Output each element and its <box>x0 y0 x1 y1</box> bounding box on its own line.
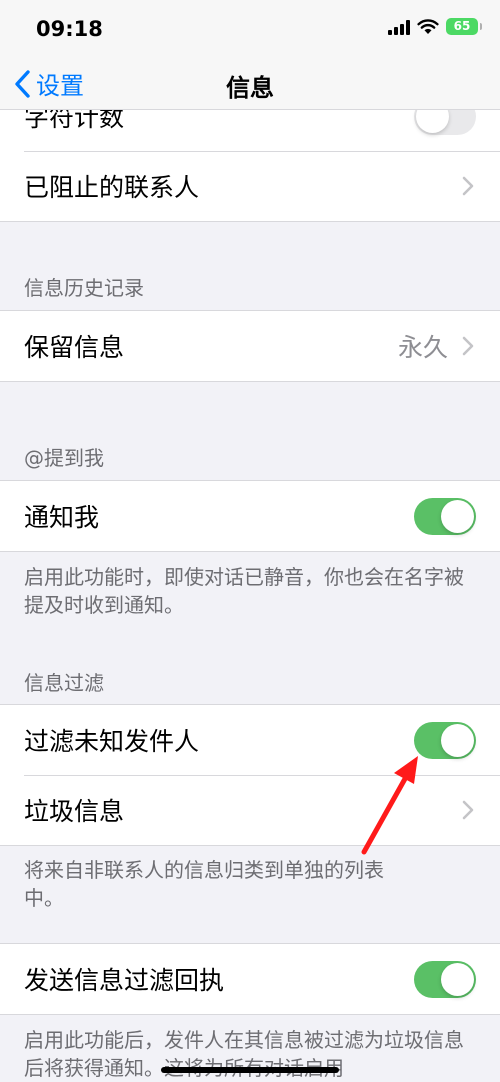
group-mentions: 通知我 <box>0 480 500 552</box>
chevron-right-icon <box>462 176 474 196</box>
row-blocked-contacts[interactable]: 已阻止的联系人 <box>0 151 500 221</box>
row-notify-me[interactable]: 通知我 <box>0 481 500 551</box>
footer-receipt: 启用此功能后，发件人在其信息被过滤为垃圾信息后将获得通知。这将为所有对话启用 <box>24 1028 464 1080</box>
chevron-right-icon <box>462 336 474 356</box>
row-send-filter-receipt-label: 发送信息过滤回执 <box>24 966 225 995</box>
navigation-bar: 设置 信息 <box>0 58 500 110</box>
toggle-knob <box>441 724 474 757</box>
row-filter-unknown[interactable]: 过滤未知发件人 <box>0 705 500 775</box>
group-filter: 过滤未知发件人 垃圾信息 <box>0 704 500 846</box>
group-receipt: 发送信息过滤回执 <box>0 943 500 1015</box>
home-indicator <box>161 1067 339 1073</box>
section-header-filter: 信息过滤 <box>24 671 104 695</box>
filter-unknown-toggle[interactable] <box>414 722 476 759</box>
footer-mentions: 启用此功能时，即使对话已静音，你也会在名字被提及时收到通知。 <box>24 565 464 617</box>
notify-me-toggle[interactable] <box>414 498 476 535</box>
chevron-right-icon <box>462 800 474 820</box>
section-header-history: 信息历史记录 <box>24 276 144 300</box>
row-junk[interactable]: 垃圾信息 <box>0 775 500 845</box>
toggle-knob <box>441 963 474 996</box>
status-icons: 65 <box>388 18 482 35</box>
row-send-filter-receipt[interactable]: 发送信息过滤回执 <box>0 944 500 1014</box>
row-keep-messages-label: 保留信息 <box>24 333 125 362</box>
battery-icon: 65 <box>446 18 482 35</box>
status-bar: 09:18 65 <box>0 0 500 58</box>
row-filter-unknown-label: 过滤未知发件人 <box>24 727 200 756</box>
send-filter-receipt-toggle[interactable] <box>414 961 476 998</box>
footer-filter: 将来自非联系人的信息归类到单独的列表中。 <box>24 858 384 910</box>
toggle-knob <box>441 500 474 533</box>
page-title: 信息 <box>226 74 274 102</box>
row-blocked-contacts-label: 已阻止的联系人 <box>24 173 200 202</box>
wifi-icon <box>417 18 439 34</box>
status-time: 09:18 <box>36 17 103 41</box>
row-notify-me-label: 通知我 <box>24 503 100 532</box>
row-junk-label: 垃圾信息 <box>24 797 125 826</box>
group-history: 保留信息 永久 <box>0 310 500 382</box>
row-keep-messages[interactable]: 保留信息 永久 <box>0 311 500 381</box>
row-keep-messages-value: 永久 <box>397 333 448 362</box>
cellular-signal-icon <box>388 19 410 35</box>
section-header-mentions: @提到我 <box>24 446 104 470</box>
